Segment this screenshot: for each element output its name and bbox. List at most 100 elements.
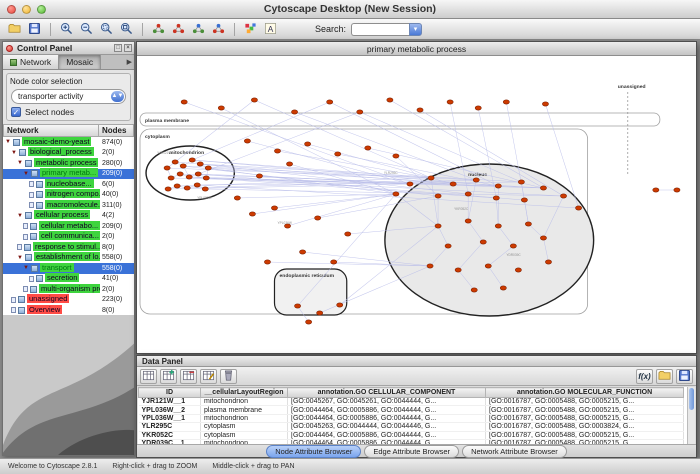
select-nodes-checkbox[interactable]: ✓: [11, 107, 21, 117]
tree-row[interactable]: unassigned223(0): [3, 295, 134, 306]
select-attributes-button[interactable]: [140, 369, 157, 384]
table-cell[interactable]: plasma membrane: [201, 406, 288, 414]
table-cell[interactable]: [GO:0016787, GO:0005488, GO:0005215, G..…: [486, 406, 684, 414]
graph-node[interactable]: [165, 187, 171, 191]
expand-arrow-icon[interactable]: ▼: [5, 139, 12, 145]
graph-node[interactable]: [234, 196, 240, 200]
graph-node[interactable]: [174, 184, 180, 188]
graph-node[interactable]: [455, 268, 461, 272]
graph-node[interactable]: [203, 176, 209, 180]
tree-row[interactable]: ▼primary metab...209(0): [3, 169, 134, 180]
graph-node[interactable]: [218, 106, 224, 110]
table-cell[interactable]: [GO:0045267, GO:0045261, GO:0044444, G..…: [288, 398, 486, 406]
graph-node[interactable]: [475, 106, 481, 110]
graph-node[interactable]: [500, 286, 506, 290]
graph-node[interactable]: [168, 176, 174, 180]
scrollbar-thumb[interactable]: [689, 388, 694, 410]
graph-node[interactable]: [485, 264, 491, 268]
graph-node[interactable]: [345, 232, 351, 236]
graph-node[interactable]: [435, 224, 441, 228]
tree-row[interactable]: macromolecule...311(0): [3, 200, 134, 211]
delete-attribute-button[interactable]: [180, 369, 197, 384]
trash-button[interactable]: [220, 369, 237, 384]
graph-node[interactable]: [294, 304, 300, 308]
expand-arrow-icon[interactable]: ▼: [23, 265, 30, 271]
tree-row[interactable]: nucleobase...6(0): [3, 179, 134, 190]
column-header[interactable]: annotation.GO CELLULAR_COMPONENT: [288, 388, 486, 398]
tree-column-nodes[interactable]: Nodes: [99, 124, 134, 137]
table-cell[interactable]: YJR121W__1: [139, 398, 201, 406]
graph-node[interactable]: [473, 178, 479, 182]
graph-node[interactable]: [493, 196, 499, 200]
graph-node[interactable]: [495, 184, 501, 188]
graph-node[interactable]: [503, 100, 509, 104]
graph-node[interactable]: [393, 154, 399, 158]
attribute-dropdown[interactable]: transporter activity ▲▼: [11, 89, 126, 104]
graph-node[interactable]: [428, 176, 434, 180]
table-cell[interactable]: [GO:0045263, GO:0044444, GO:0044446, G..…: [288, 423, 486, 431]
annotation-button[interactable]: A: [261, 21, 280, 38]
minimize-window-button[interactable]: [22, 5, 31, 14]
zoom-out-button[interactable]: [77, 21, 96, 38]
close-panel-icon[interactable]: ×: [124, 44, 132, 52]
chevron-down-icon[interactable]: ▾: [409, 23, 422, 36]
graph-node[interactable]: [337, 303, 343, 307]
table-cell[interactable]: [GO:0044464, GO:0005886, GO:0044444, G..…: [288, 406, 486, 414]
destroy-network-button[interactable]: [169, 21, 188, 38]
table-row[interactable]: YJR121W__1mitochondrion[GO:0045267, GO:0…: [139, 398, 684, 406]
vizmapper-button[interactable]: [241, 21, 260, 38]
graph-node[interactable]: [450, 182, 456, 186]
graph-node[interactable]: [427, 264, 433, 268]
graph-node[interactable]: [249, 212, 255, 216]
table-cell[interactable]: [GO:0016787, GO:0005488, GO:0003824, G..…: [486, 423, 684, 431]
table-cell[interactable]: mitochondrion: [201, 414, 288, 422]
table-cell[interactable]: [GO:0044464, GO:0005886, GO:0044444, G..…: [288, 431, 486, 439]
graph-node[interactable]: [180, 164, 186, 168]
tree-row[interactable]: secretion41(0): [3, 274, 134, 285]
graph-node[interactable]: [264, 260, 270, 264]
graph-node[interactable]: [197, 162, 203, 166]
graph-node[interactable]: [518, 180, 524, 184]
column-header[interactable]: annotation.GO MOLECULAR_FUNCTION: [486, 388, 684, 398]
tree-row[interactable]: response to stimul...8(0): [3, 242, 134, 253]
graph-node[interactable]: [274, 149, 280, 153]
open-button[interactable]: [5, 21, 24, 38]
graph-node[interactable]: [251, 98, 257, 102]
graph-node[interactable]: [306, 320, 312, 324]
network-view-title[interactable]: primary metabolic process: [137, 42, 696, 56]
graph-node[interactable]: [189, 158, 195, 162]
graph-node[interactable]: [184, 186, 190, 190]
graph-node[interactable]: [286, 162, 292, 166]
graph-node[interactable]: [186, 175, 192, 179]
graph-node[interactable]: [365, 146, 371, 150]
graph-node[interactable]: [435, 194, 441, 198]
tab-network-attribute-browser[interactable]: Network Attribute Browser: [462, 445, 567, 458]
expand-arrow-icon[interactable]: ▼: [23, 171, 30, 177]
expand-arrow-icon[interactable]: ▼: [17, 213, 24, 219]
graph-node[interactable]: [393, 192, 399, 196]
graph-node[interactable]: [331, 260, 337, 264]
graph-node[interactable]: [575, 206, 581, 210]
create-network-button[interactable]: [149, 21, 168, 38]
graph-node[interactable]: [181, 100, 187, 104]
table-cell[interactable]: YPL036W__2: [139, 406, 201, 414]
tree-row[interactable]: ▼biological_process2(0): [3, 148, 134, 159]
table-cell[interactable]: [GO:0016787, GO:0005488, GO:0005215, G..…: [486, 414, 684, 422]
graph-node[interactable]: [525, 222, 531, 226]
zoom-window-button[interactable]: [37, 5, 46, 14]
tree-row[interactable]: ▼mosaic-demo-yeast874(0): [3, 137, 134, 148]
graph-node[interactable]: [271, 206, 277, 210]
graph-node[interactable]: [357, 110, 363, 114]
graph-node[interactable]: [194, 183, 200, 187]
tree-row[interactable]: nitrogen compo...40(0): [3, 190, 134, 201]
table-cell[interactable]: [GO:0016787, GO:0005488, GO:0005215, G..…: [486, 398, 684, 406]
expand-arrow-icon[interactable]: ▼: [17, 160, 24, 166]
tree-row[interactable]: cellular metabo...209(0): [3, 221, 134, 232]
network-canvas[interactable]: plasma membranecytoplasmmitochondrionnuc…: [137, 56, 696, 353]
table-cell[interactable]: cytoplasm: [201, 431, 288, 439]
table-row[interactable]: YPL036W__2plasma membrane[GO:0044464, GO…: [139, 406, 684, 414]
graph-node[interactable]: [335, 152, 341, 156]
expand-arrow-icon[interactable]: ▼: [11, 150, 18, 156]
graph-node[interactable]: [445, 244, 451, 248]
table-scrollbar[interactable]: [687, 387, 695, 444]
